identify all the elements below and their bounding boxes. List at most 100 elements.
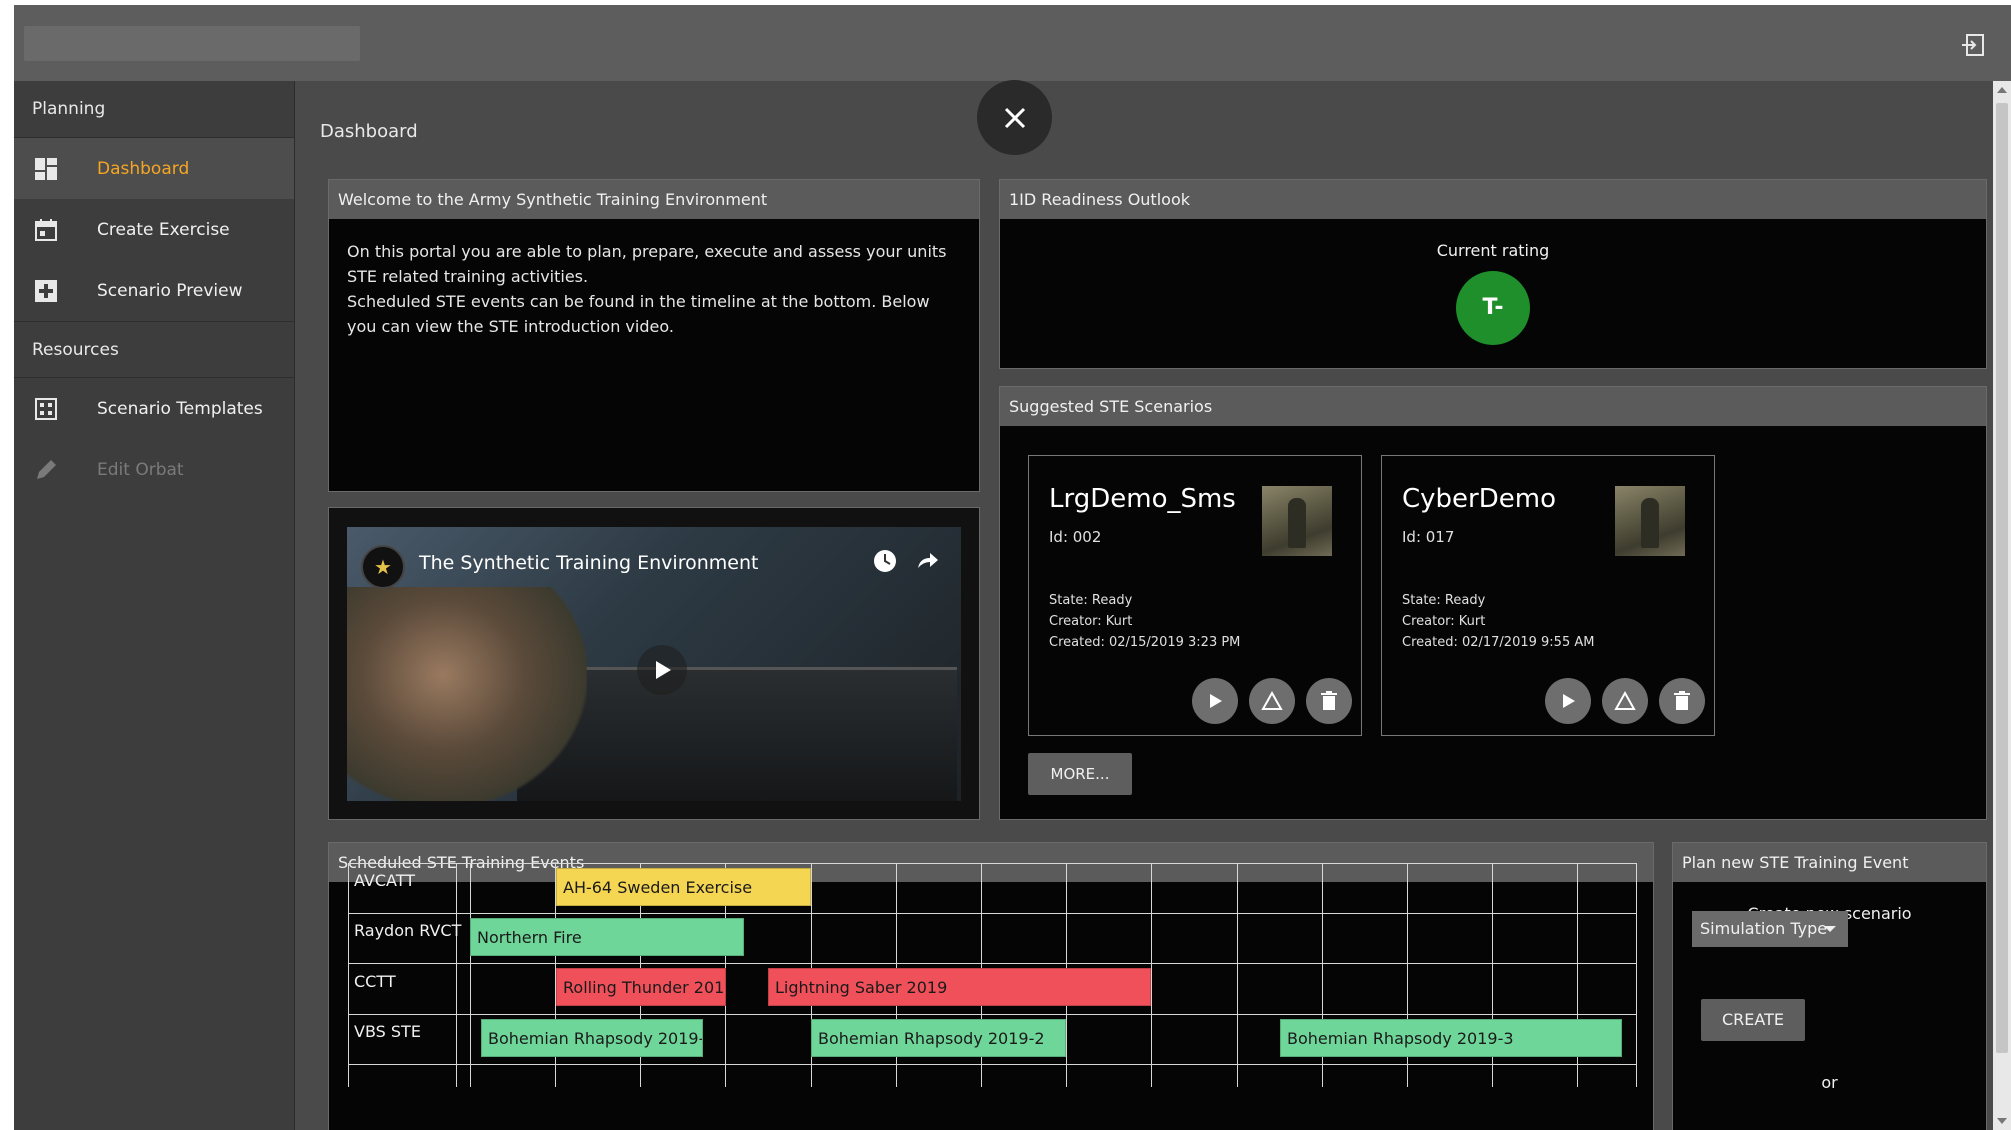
play-video-button[interactable] xyxy=(637,645,687,695)
timeline-row-label: Raydon RVCT xyxy=(354,921,462,940)
or-label: or xyxy=(1821,1073,1838,1092)
welcome-line-1: On this portal you are able to plan, pre… xyxy=(347,242,947,286)
sidebar-item-scenario-preview[interactable]: Scenario Preview xyxy=(14,260,294,321)
watch-later-icon[interactable] xyxy=(869,545,901,577)
sidebar-item-label: Scenario Templates xyxy=(97,398,263,419)
simulation-type-value: Simulation Type xyxy=(1700,919,1828,938)
readiness-heading: 1ID Readiness Outlook xyxy=(1000,180,1986,219)
scenario-thumbnail xyxy=(1615,486,1685,556)
scenario-actions xyxy=(1192,678,1352,724)
share-icon[interactable] xyxy=(911,545,943,577)
close-icon xyxy=(1004,107,1025,128)
scroll-down-icon[interactable] xyxy=(1997,1118,2007,1124)
sidebar-item-label: Edit Orbat xyxy=(97,459,184,480)
event-timeline: AVCATT Raydon RVCT CCTT VBS STE AH-64 Sw… xyxy=(348,863,1637,1087)
readiness-panel: 1ID Readiness Outlook Current rating T- xyxy=(999,179,1987,369)
page-title: Dashboard xyxy=(320,121,418,142)
create-button[interactable]: CREATE xyxy=(1701,999,1805,1041)
welcome-line-2: Scheduled STE events can be found in the… xyxy=(347,292,930,336)
chevron-down-icon xyxy=(1824,926,1836,932)
scenario-thumbnail xyxy=(1262,486,1332,556)
scenario-created: Created: 02/17/2019 9:55 AM xyxy=(1402,635,1595,650)
plan-event-panel: Plan new STE Training Event Create new s… xyxy=(1672,842,1987,1130)
play-icon xyxy=(1563,694,1575,708)
pencil-icon xyxy=(32,456,60,484)
vertical-scrollbar[interactable] xyxy=(1993,81,2011,1130)
scenario-card[interactable]: CyberDemo Id: 017 State: Ready Creator: … xyxy=(1381,455,1715,736)
delete-scenario-button[interactable] xyxy=(1306,678,1352,724)
scenario-id: Id: 002 xyxy=(1049,528,1102,546)
rating-label: Current rating xyxy=(1436,241,1550,260)
simulation-type-select[interactable]: Simulation Type xyxy=(1692,911,1848,947)
template-icon xyxy=(32,395,60,423)
welcome-text: On this portal you are able to plan, pre… xyxy=(329,219,979,359)
rating-badge: T- xyxy=(1456,271,1530,345)
welcome-heading: Welcome to the Army Synthetic Training E… xyxy=(329,180,979,219)
sidebar-item-scenario-templates[interactable]: Scenario Templates xyxy=(14,378,294,439)
scenario-name: LrgDemo_Sms xyxy=(1049,484,1236,514)
sidebar-item-edit-orbat: Edit Orbat xyxy=(14,439,294,500)
sidebar: Planning Dashboard Create Exercise Scena… xyxy=(14,81,295,1130)
sidebar-item-label: Create Exercise xyxy=(97,219,230,240)
play-icon xyxy=(1210,694,1222,708)
trash-icon xyxy=(1321,691,1337,710)
sidebar-item-create-exercise[interactable]: Create Exercise xyxy=(14,199,294,260)
preview-icon xyxy=(32,277,60,305)
scenario-meta: State: Ready Creator: Kurt Created: 02/1… xyxy=(1049,590,1240,653)
logout-icon[interactable] xyxy=(1959,31,1987,59)
app-title-placeholder xyxy=(24,26,360,61)
timeline-row-label: AVCATT xyxy=(354,871,416,890)
top-bar xyxy=(14,5,2011,81)
scroll-up-icon[interactable] xyxy=(1997,87,2007,93)
run-scenario-button[interactable] xyxy=(1192,678,1238,724)
run-scenario-button[interactable] xyxy=(1545,678,1591,724)
video-soldier-image xyxy=(347,587,587,801)
timeline-event[interactable]: Bohemian Rhapsody 2019-2 xyxy=(811,1019,1066,1057)
timeline-event[interactable]: AH-64 Sweden Exercise xyxy=(556,868,811,906)
timeline-event[interactable]: Northern Fire xyxy=(470,918,744,956)
play-icon xyxy=(656,661,671,679)
sidebar-item-label: Scenario Preview xyxy=(97,280,243,301)
sidebar-section-resources: Resources xyxy=(14,321,294,378)
delete-scenario-button[interactable] xyxy=(1659,678,1705,724)
scenario-created: Created: 02/15/2019 3:23 PM xyxy=(1049,635,1241,650)
video-panel: ★ The Synthetic Training Environment xyxy=(328,507,980,820)
scenario-actions xyxy=(1545,678,1705,724)
scenario-name: CyberDemo xyxy=(1402,484,1556,514)
scenarios-heading: Suggested STE Scenarios xyxy=(1000,387,1986,426)
scroll-thumb[interactable] xyxy=(1996,103,2008,1053)
warning-triangle-icon xyxy=(1261,690,1283,710)
scenario-meta: State: Ready Creator: Kurt Created: 02/1… xyxy=(1402,590,1594,653)
scenario-creator: Creator: Kurt xyxy=(1049,614,1133,629)
timeline-event[interactable]: Rolling Thunder 2019 xyxy=(556,968,726,1006)
timeline-row-label: VBS STE xyxy=(354,1022,421,1041)
more-scenarios-button[interactable]: MORE... xyxy=(1028,753,1132,795)
scenario-state: State: Ready xyxy=(1049,593,1133,608)
timeline-event[interactable]: Lightning Saber 2019 xyxy=(768,968,1151,1006)
army-logo: ★ xyxy=(361,545,405,589)
timeline-event[interactable]: Bohemian Rhapsody 2019-1 xyxy=(481,1019,703,1057)
trash-icon xyxy=(1674,691,1690,710)
scenario-creator: Creator: Kurt xyxy=(1402,614,1486,629)
welcome-panel: Welcome to the Army Synthetic Training E… xyxy=(328,179,980,492)
warning-button[interactable] xyxy=(1249,678,1295,724)
timeline-event[interactable]: Bohemian Rhapsody 2019-3 xyxy=(1280,1019,1622,1057)
video-title: The Synthetic Training Environment xyxy=(419,552,759,574)
timeline-row-label: CCTT xyxy=(354,972,396,991)
scenario-card[interactable]: LrgDemo_Sms Id: 002 State: Ready Creator… xyxy=(1028,455,1362,736)
close-button[interactable] xyxy=(977,80,1052,155)
warning-triangle-icon xyxy=(1614,690,1636,710)
plan-heading: Plan new STE Training Event xyxy=(1673,843,1986,882)
scenario-state: State: Ready xyxy=(1402,593,1486,608)
sidebar-item-label: Dashboard xyxy=(97,158,190,179)
calendar-icon xyxy=(32,216,60,244)
sidebar-item-dashboard[interactable]: Dashboard xyxy=(14,138,294,199)
intro-video[interactable]: ★ The Synthetic Training Environment xyxy=(347,527,961,801)
dashboard-icon xyxy=(32,155,60,183)
main-content: Dashboard Welcome to the Army Synthetic … xyxy=(296,80,1987,1130)
suggested-scenarios-panel: Suggested STE Scenarios LrgDemo_Sms Id: … xyxy=(999,386,1987,820)
app-window: Planning Dashboard Create Exercise Scena… xyxy=(14,5,2011,1130)
scenario-id: Id: 017 xyxy=(1402,528,1455,546)
warning-button[interactable] xyxy=(1602,678,1648,724)
scheduled-events-panel: Scheduled STE Training Events AVCATT Ray… xyxy=(328,842,1654,1130)
